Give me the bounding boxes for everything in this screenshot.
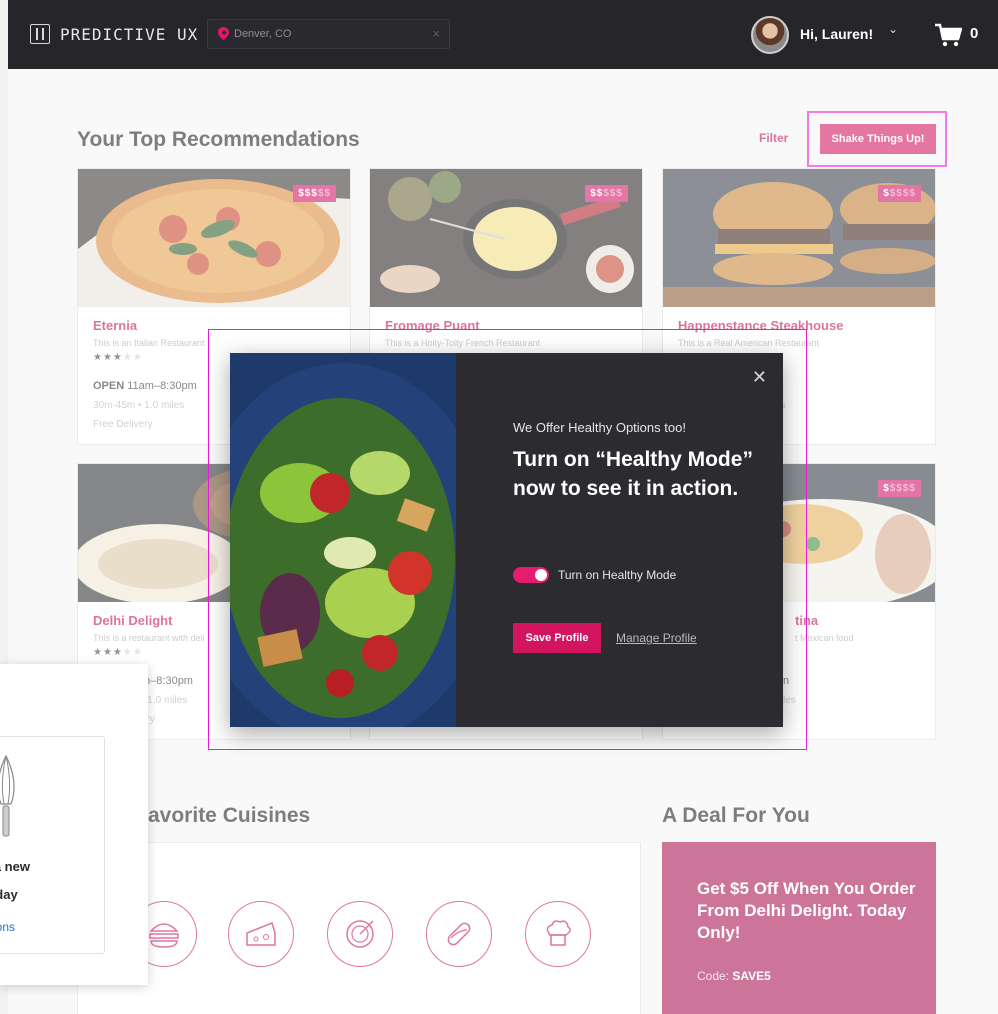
salad-photo [230,353,456,727]
shopping-cart-icon[interactable] [934,22,962,48]
view-options-link[interactable]: ptions [0,920,15,934]
modal-headline: Turn on “Healthy Mode” now to see it in … [513,448,753,500]
close-icon[interactable]: ✕ [752,367,767,388]
whisk-icon [0,754,15,837]
fork-knife-icon [30,24,50,44]
location-value: Denver, CO [234,28,292,40]
cart-count: 0 [970,25,979,42]
suggestion-card[interactable]: y a newtoday ptions [0,736,105,954]
top-navigation-bar: PREDICTIVE UX Denver, CO × Hi, Lauren! ⌄… [8,0,998,69]
user-greeting[interactable]: Hi, Lauren! [800,26,873,42]
chevron-down-icon[interactable]: ⌄ [888,22,898,36]
suggestion-text: y a newtoday [0,859,30,902]
avatar[interactable] [751,16,789,54]
location-pin-icon [215,24,232,41]
toggle-label: Turn on Healthy Mode [558,568,677,582]
modal-kicker: We Offer Healthy Options too! [513,420,686,435]
clear-location-icon[interactable]: × [432,26,440,41]
healthy-mode-modal: ✕ We Offer Healthy Options too! Turn on … [230,353,783,727]
healthy-mode-toggle[interactable] [513,567,549,583]
brand-logo[interactable]: PREDICTIVE UX [30,24,198,44]
location-input[interactable]: Denver, CO × [207,19,450,49]
brand-name: PREDICTIVE UX [60,24,199,44]
side-suggestion-panel: y a newtoday ptions [0,664,148,985]
manage-profile-link[interactable]: Manage Profile [616,631,697,645]
save-profile-button[interactable]: Save Profile [513,623,601,653]
